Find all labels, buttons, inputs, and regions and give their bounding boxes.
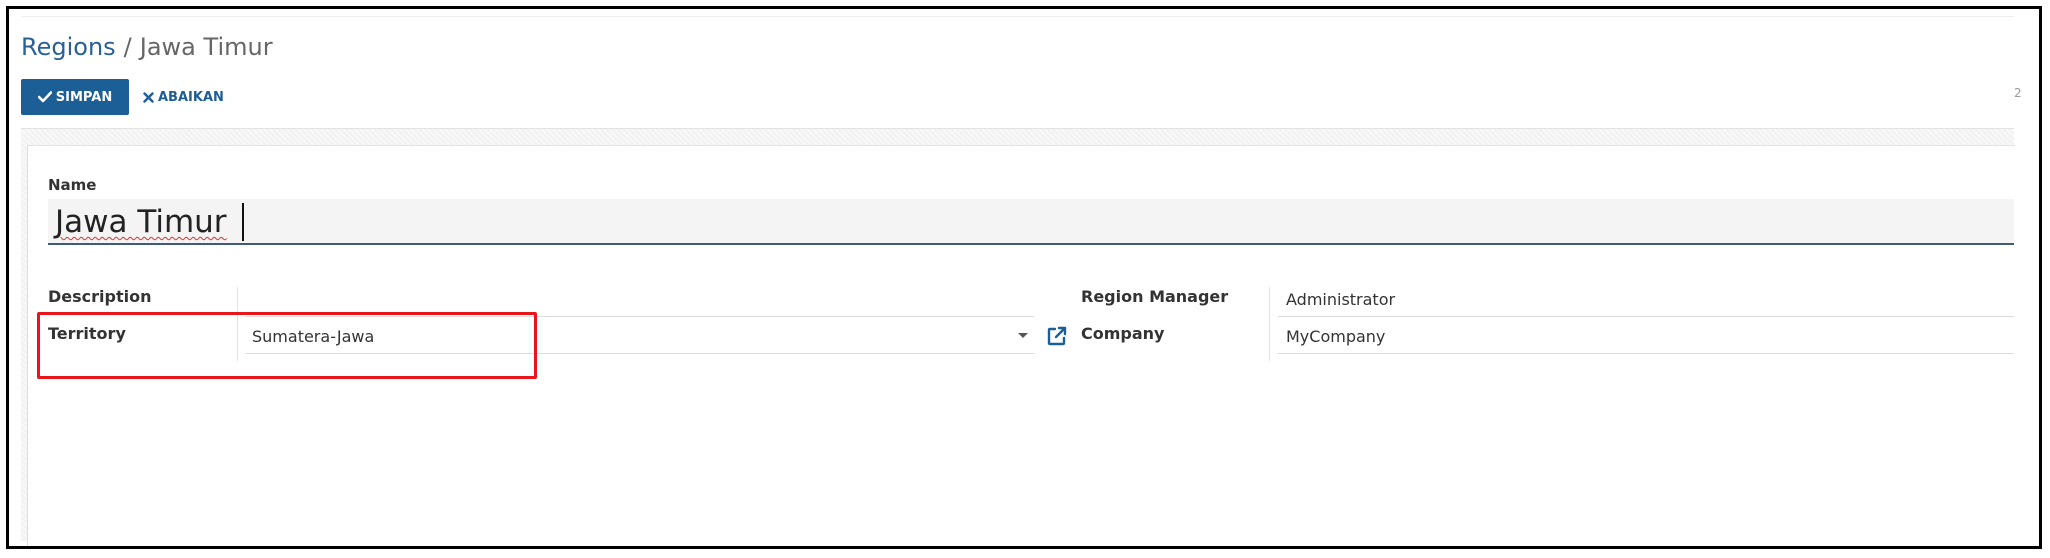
right-label-divider — [1269, 287, 1270, 361]
company-field-value[interactable]: MyCompany — [1286, 327, 1385, 346]
save-button[interactable]: SIMPAN — [21, 79, 129, 115]
caret-down-icon[interactable] — [1018, 333, 1028, 338]
territory-field-value[interactable]: Sumatera-Jawa — [252, 327, 374, 346]
region-manager-label: Region Manager — [1081, 287, 1229, 306]
text-cursor — [242, 203, 244, 241]
company-field-underline[interactable] — [1278, 353, 2014, 354]
name-field-value: Jawa Timur — [55, 204, 227, 240]
top-divider — [22, 16, 2014, 17]
company-label: Company — [1081, 324, 1165, 343]
description-field-underline[interactable] — [246, 316, 1034, 317]
region-manager-field-value[interactable]: Administrator — [1286, 290, 1395, 309]
pager-hint[interactable]: 2 — [2014, 86, 2022, 100]
label-divider — [237, 287, 238, 361]
discard-button-label: ABAIKAN — [158, 89, 224, 105]
region-manager-field-underline[interactable] — [1278, 316, 2014, 317]
breadcrumb: Regions / Jawa Timur — [21, 30, 273, 64]
name-label: Name — [48, 176, 97, 194]
territory-field-underline[interactable] — [246, 353, 1034, 354]
breadcrumb-current: Jawa Timur — [139, 33, 273, 61]
name-field[interactable] — [48, 199, 2014, 245]
check-icon — [37, 91, 52, 103]
external-link-icon[interactable] — [1046, 325, 1068, 347]
save-button-label: SIMPAN — [55, 89, 113, 105]
breadcrumb-regions-link[interactable]: Regions — [21, 33, 116, 61]
times-icon — [143, 91, 154, 103]
discard-button[interactable]: ABAIKAN — [137, 79, 230, 115]
breadcrumb-separator: / — [123, 33, 132, 61]
territory-label: Territory — [48, 324, 126, 343]
description-label: Description — [48, 287, 152, 306]
